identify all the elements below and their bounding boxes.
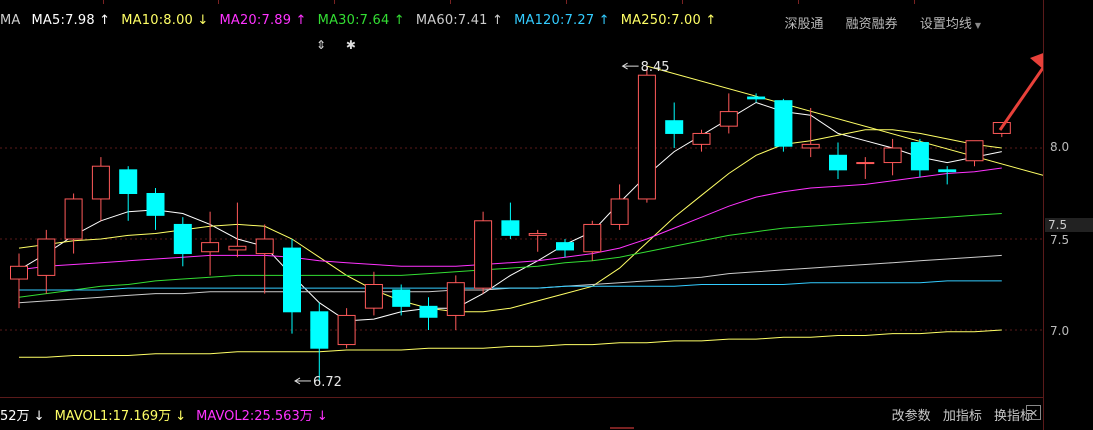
candle-body: [337, 314, 356, 346]
candle-body: [10, 265, 28, 280]
candle-body: [501, 220, 520, 236]
candle-body: [637, 74, 656, 200]
candle-body: [856, 162, 875, 165]
candle-body: [173, 223, 192, 255]
candle-body: [201, 242, 220, 253]
candle-body: [255, 238, 274, 255]
y-tick-label: 7.5: [1050, 233, 1070, 247]
candle-body: [747, 96, 766, 100]
candle-body: [665, 120, 684, 134]
change-params-button[interactable]: 改参数: [892, 409, 931, 424]
y-tick-label: 8.0: [1050, 140, 1070, 154]
candle-body: [228, 245, 247, 251]
candle-body: [392, 289, 411, 307]
candle-body: [774, 100, 793, 147]
volume-menu: 改参数 加指标 换指标: [884, 405, 1033, 424]
current-price-label: 7.5: [1045, 218, 1093, 232]
candle-body: [801, 143, 820, 149]
candle-body: [610, 198, 629, 225]
volume-legend-item: 52万 ↓: [0, 409, 45, 424]
bottom-tick-mark: [610, 427, 634, 429]
price-axis: [1043, 0, 1093, 430]
candle-body: [37, 238, 56, 276]
candle-body: [692, 132, 711, 145]
candle-body: [719, 111, 738, 127]
y-tick-label: 7.0: [1050, 324, 1070, 338]
candlestick-chart: 8.45 6.72: [0, 53, 1043, 390]
red-arrow-shaft: [998, 65, 1043, 131]
candle-body: [910, 142, 929, 171]
candle-body: [474, 220, 493, 289]
annotation-label: 8.45: [641, 60, 670, 75]
volume-legend: 52万 ↓ MAVOL1:17.169万 ↓ MAVOL2:25.563万 ↓: [0, 405, 338, 424]
close-icon[interactable]: ✕: [1026, 405, 1041, 420]
candle-body: [310, 311, 329, 349]
panel-separator: [0, 397, 1043, 398]
candle-body: [64, 198, 83, 240]
candle-body: [419, 305, 438, 318]
candle-body: [938, 169, 957, 173]
candle-body: [528, 233, 547, 236]
candle-body: [556, 242, 574, 251]
volume-legend-item: MAVOL1:17.169万 ↓: [54, 409, 187, 424]
candle-body: [146, 193, 165, 216]
candle-body: [829, 154, 847, 171]
annotation-label: 6.72: [313, 375, 342, 390]
ma-line: [19, 280, 1002, 291]
candle-body: [965, 140, 984, 162]
candle-body: [446, 282, 465, 316]
candle-body: [119, 169, 138, 194]
ma-line: [19, 329, 1002, 358]
candle-body: [364, 284, 383, 309]
candle-body: [91, 165, 110, 200]
volume-legend-item: MAVOL2:25.563万 ↓: [196, 409, 328, 424]
candle-body: [883, 147, 902, 164]
candle-body: [283, 247, 301, 313]
add-indicator-button[interactable]: 加指标: [943, 409, 982, 424]
candle-body: [583, 223, 602, 253]
